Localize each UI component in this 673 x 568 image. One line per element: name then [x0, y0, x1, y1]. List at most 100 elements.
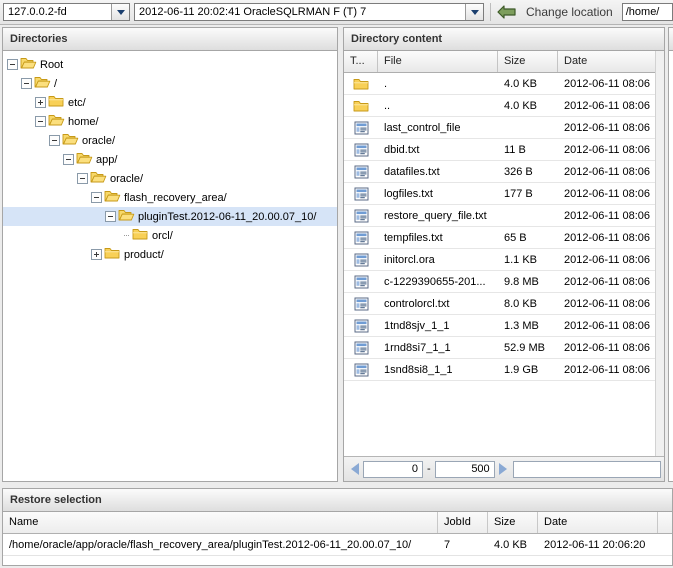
table-row[interactable]: logfiles.txt 177 B 2012-06-11 08:06	[344, 183, 664, 205]
tree-item[interactable]: orcl/	[3, 226, 337, 245]
table-row[interactable]: restore_query_file.txt 2012-06-11 08:06	[344, 205, 664, 227]
pager-to-input[interactable]: 500	[434, 460, 495, 478]
cell-size: 4.0 KB	[504, 77, 538, 90]
folder-open-icon	[104, 189, 121, 206]
column-header-size[interactable]: Size	[498, 51, 558, 72]
back-arrow-icon[interactable]	[496, 3, 518, 21]
document-icon	[344, 231, 378, 245]
cell-date: 2012-06-11 08:06	[564, 165, 651, 178]
client-host-value: 127.0.0.2-fd	[8, 6, 67, 18]
column-header-date[interactable]: Date	[538, 512, 658, 533]
tree-item[interactable]: /	[3, 74, 337, 93]
table-row[interactable]: tempfiles.txt 65 B 2012-06-11 08:06	[344, 227, 664, 249]
table-row[interactable]: 1rnd8si7_1_1 52.9 MB 2012-06-11 08:06	[344, 337, 664, 359]
triangle-left-icon[interactable]	[351, 463, 359, 475]
cell-date: 2012-06-11 08:06	[564, 363, 651, 376]
collapse-icon[interactable]	[77, 173, 88, 184]
collapse-icon[interactable]	[35, 116, 46, 127]
pager-filter-input[interactable]	[512, 460, 661, 478]
cell-file: logfiles.txt	[384, 187, 433, 200]
table-row[interactable]: datafiles.txt 326 B 2012-06-11 08:06	[344, 161, 664, 183]
column-header-file[interactable]: File	[378, 51, 498, 72]
document-icon	[344, 143, 378, 157]
expand-icon[interactable]	[91, 249, 102, 260]
table-row[interactable]: /home/oracle/app/oracle/flash_recovery_a…	[3, 534, 672, 556]
cell-date: 2012-06-11 08:06	[564, 209, 651, 222]
directory-tree[interactable]: Root / etc/home/oracle/app/oracle/flash_re…	[3, 51, 337, 264]
cell-date: 2012-06-11 08:06	[564, 77, 651, 90]
top-toolbar: 127.0.0.2-fd 2012-06-11 20:02:41 OracleS…	[0, 0, 673, 25]
tree-item[interactable]: product/	[3, 245, 337, 264]
tree-item[interactable]: Root	[3, 55, 337, 74]
folder-open-icon	[20, 56, 37, 73]
folder-open-icon	[90, 170, 107, 187]
tree-item[interactable]: flash_recovery_area/	[3, 188, 337, 207]
table-row[interactable]: dbid.txt 11 B 2012-06-11 08:06	[344, 139, 664, 161]
cell-file: 1snd8si8_1_1	[384, 363, 453, 376]
collapse-icon[interactable]	[105, 211, 116, 222]
change-location-label[interactable]: Change location	[526, 5, 613, 19]
collapse-icon[interactable]	[21, 78, 32, 89]
tree-item[interactable]: app/	[3, 150, 337, 169]
cell-date: 2012-06-11 08:06	[564, 231, 651, 244]
collapse-icon[interactable]	[7, 59, 18, 70]
tree-item[interactable]: etc/	[3, 93, 337, 112]
table-row[interactable]: c-1229390655-201... 9.8 MB 2012-06-11 08:0…	[344, 271, 664, 293]
triangle-right-icon[interactable]	[498, 463, 507, 475]
expand-icon[interactable]	[35, 97, 46, 108]
directory-content-panel: Directory content T... File Size Date . 4…	[343, 27, 665, 482]
restore-table-body[interactable]: /home/oracle/app/oracle/flash_recovery_a…	[3, 534, 672, 556]
cell-file: ..	[384, 99, 391, 112]
column-header-date[interactable]: Date	[558, 51, 658, 72]
right-overflow-panel-title	[669, 28, 673, 51]
content-table-body[interactable]: . 4.0 KB 2012-06-11 08:06.. 4.0 KB 2012-06-1…	[344, 73, 664, 381]
folder-icon	[344, 77, 378, 91]
cell-date: 2012-06-11 08:06	[564, 341, 651, 354]
cell-file: datafiles.txt	[384, 165, 440, 178]
collapse-icon[interactable]	[49, 135, 60, 146]
pager-from-input[interactable]: 0	[363, 460, 423, 478]
tree-item[interactable]: oracle/	[3, 131, 337, 150]
tree-item-label: home/	[68, 115, 99, 128]
cell-size: 8.0 KB	[504, 297, 538, 310]
document-icon	[344, 187, 378, 201]
tree-item[interactable]: pluginTest.2012-06-11_20.00.07_10/	[3, 207, 337, 226]
job-dropdown[interactable]: 2012-06-11 20:02:41 OracleSQLRMAN F (T) …	[134, 3, 484, 21]
collapse-icon[interactable]	[91, 192, 102, 203]
table-row[interactable]: initorcl.ora 1.1 KB 2012-06-11 08:06	[344, 249, 664, 271]
client-host-dropdown[interactable]: 127.0.0.2-fd	[3, 3, 130, 21]
column-header-type[interactable]: T...	[344, 51, 378, 72]
folder-icon	[104, 246, 121, 263]
restore-selection-panel: Restore selection Name JobId Size Date /…	[2, 488, 673, 566]
table-row[interactable]: last_control_file 2012-06-11 08:06	[344, 117, 664, 139]
restore-selection-panel-title: Restore selection	[3, 489, 672, 512]
tree-item[interactable]: home/	[3, 112, 337, 131]
content-vertical-scrollbar[interactable]	[655, 51, 664, 456]
collapse-icon[interactable]	[63, 154, 74, 165]
table-row[interactable]: controlorcl.txt 8.0 KB 2012-06-11 08:06	[344, 293, 664, 315]
cell-size: 1.1 KB	[504, 253, 538, 266]
folder-open-icon	[62, 132, 79, 149]
column-header-name[interactable]: Name	[3, 512, 438, 533]
chevron-down-icon	[470, 9, 479, 15]
location-input[interactable]: /home/	[621, 3, 673, 21]
table-row[interactable]: 1tnd8sjv_1_1 1.3 MB 2012-06-11 08:06	[344, 315, 664, 337]
client-host-dropdown-arrow[interactable]	[111, 4, 129, 20]
tree-item[interactable]: oracle/	[3, 169, 337, 188]
document-icon	[344, 253, 378, 267]
job-dropdown-arrow[interactable]	[465, 4, 483, 20]
cell-file: 1rnd8si7_1_1	[384, 341, 451, 354]
content-table-header: T... File Size Date	[344, 51, 664, 73]
location-value: /home/	[625, 6, 660, 18]
cell-size: 326 B	[504, 165, 533, 178]
table-row[interactable]: . 4.0 KB 2012-06-11 08:06	[344, 73, 664, 95]
column-header-jobid[interactable]: JobId	[438, 512, 488, 533]
cell-file: controlorcl.txt	[384, 297, 450, 310]
table-row[interactable]: .. 4.0 KB 2012-06-11 08:06	[344, 95, 664, 117]
table-row[interactable]: 1snd8si8_1_1 1.9 GB 2012-06-11 08:06	[344, 359, 664, 381]
column-header-size[interactable]: Size	[488, 512, 538, 533]
